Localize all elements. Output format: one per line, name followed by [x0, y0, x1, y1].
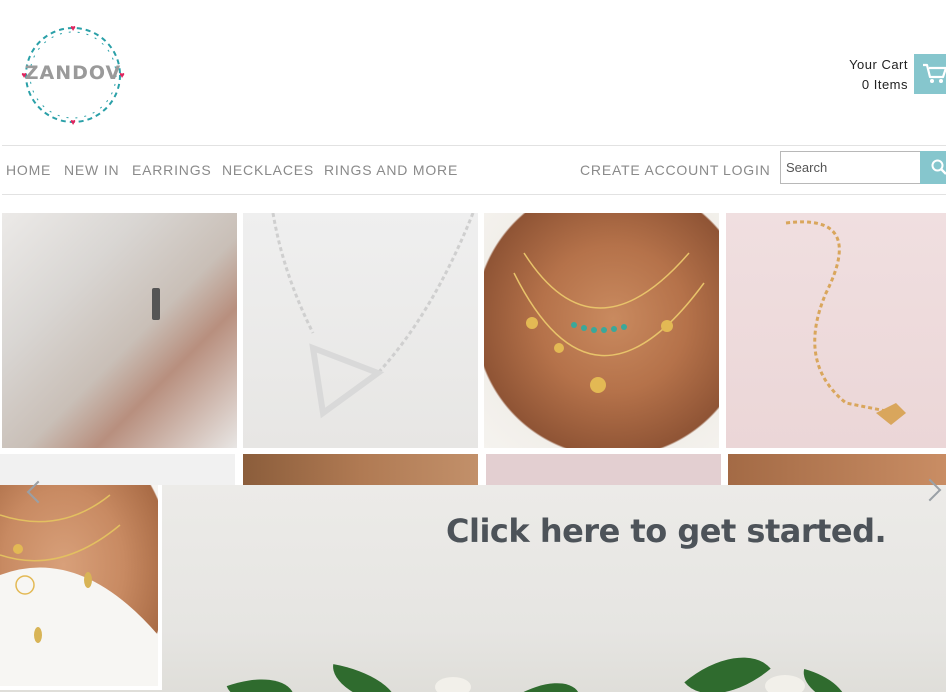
necklace-image: [513, 252, 705, 393]
logo[interactable]: ♥ ♥ ♥ ♥ ZANDOV: [20, 22, 126, 128]
product-tile[interactable]: [0, 454, 235, 485]
svg-text:♥: ♥: [70, 117, 75, 127]
nav-new-in[interactable]: NEW IN: [64, 162, 119, 178]
brand-name: ZANDOV: [24, 62, 122, 84]
nav-login[interactable]: LOGIN: [723, 162, 771, 178]
cart-label: Your Cart: [849, 57, 908, 72]
nav-home[interactable]: HOME: [6, 162, 51, 178]
product-tile[interactable]: [728, 454, 946, 485]
product-tile-bird-necklace[interactable]: [726, 213, 946, 448]
product-tile[interactable]: [486, 454, 721, 485]
banner-cta-text[interactable]: Click here to get started.: [446, 512, 887, 550]
leaf-decoration: [226, 665, 294, 692]
search-button[interactable]: [920, 151, 946, 184]
leaf-decoration: [684, 634, 771, 692]
leaf-decoration: [327, 664, 403, 692]
cart-button[interactable]: [914, 54, 946, 94]
necklace-image: [785, 220, 906, 425]
hero-banner[interactable]: Click here to get started.: [0, 485, 946, 692]
cart-count: 0 Items: [861, 77, 908, 92]
product-tile-triangle-necklace[interactable]: [243, 213, 478, 448]
necklace-image: [271, 213, 475, 419]
product-tile-layered-necklace[interactable]: [484, 213, 719, 448]
search-icon: [931, 159, 946, 175]
nav-necklaces[interactable]: NECKLACES: [222, 162, 314, 178]
product-tile-earring[interactable]: [2, 213, 237, 448]
main-nav: HOME NEW IN EARRINGS NECKLACES RINGS AND…: [2, 145, 946, 195]
banner-photo: [0, 485, 162, 690]
leaf-decoration: [797, 668, 853, 692]
cart-summary[interactable]: Your Cart 0 Items: [849, 55, 908, 95]
necklace-image: [0, 494, 158, 686]
product-tile[interactable]: [243, 454, 478, 485]
nav-earrings[interactable]: EARRINGS: [132, 162, 212, 178]
search-input[interactable]: [780, 151, 921, 184]
flower-decoration: [765, 675, 805, 692]
flower-decoration: [435, 677, 471, 692]
leaf-decoration: [516, 668, 579, 692]
cart-icon: [923, 63, 946, 83]
nav-create-account[interactable]: CREATE ACCOUNT: [580, 162, 719, 178]
svg-text:♥: ♥: [70, 23, 75, 33]
nav-rings-and-more[interactable]: RINGS AND MORE: [324, 162, 458, 178]
